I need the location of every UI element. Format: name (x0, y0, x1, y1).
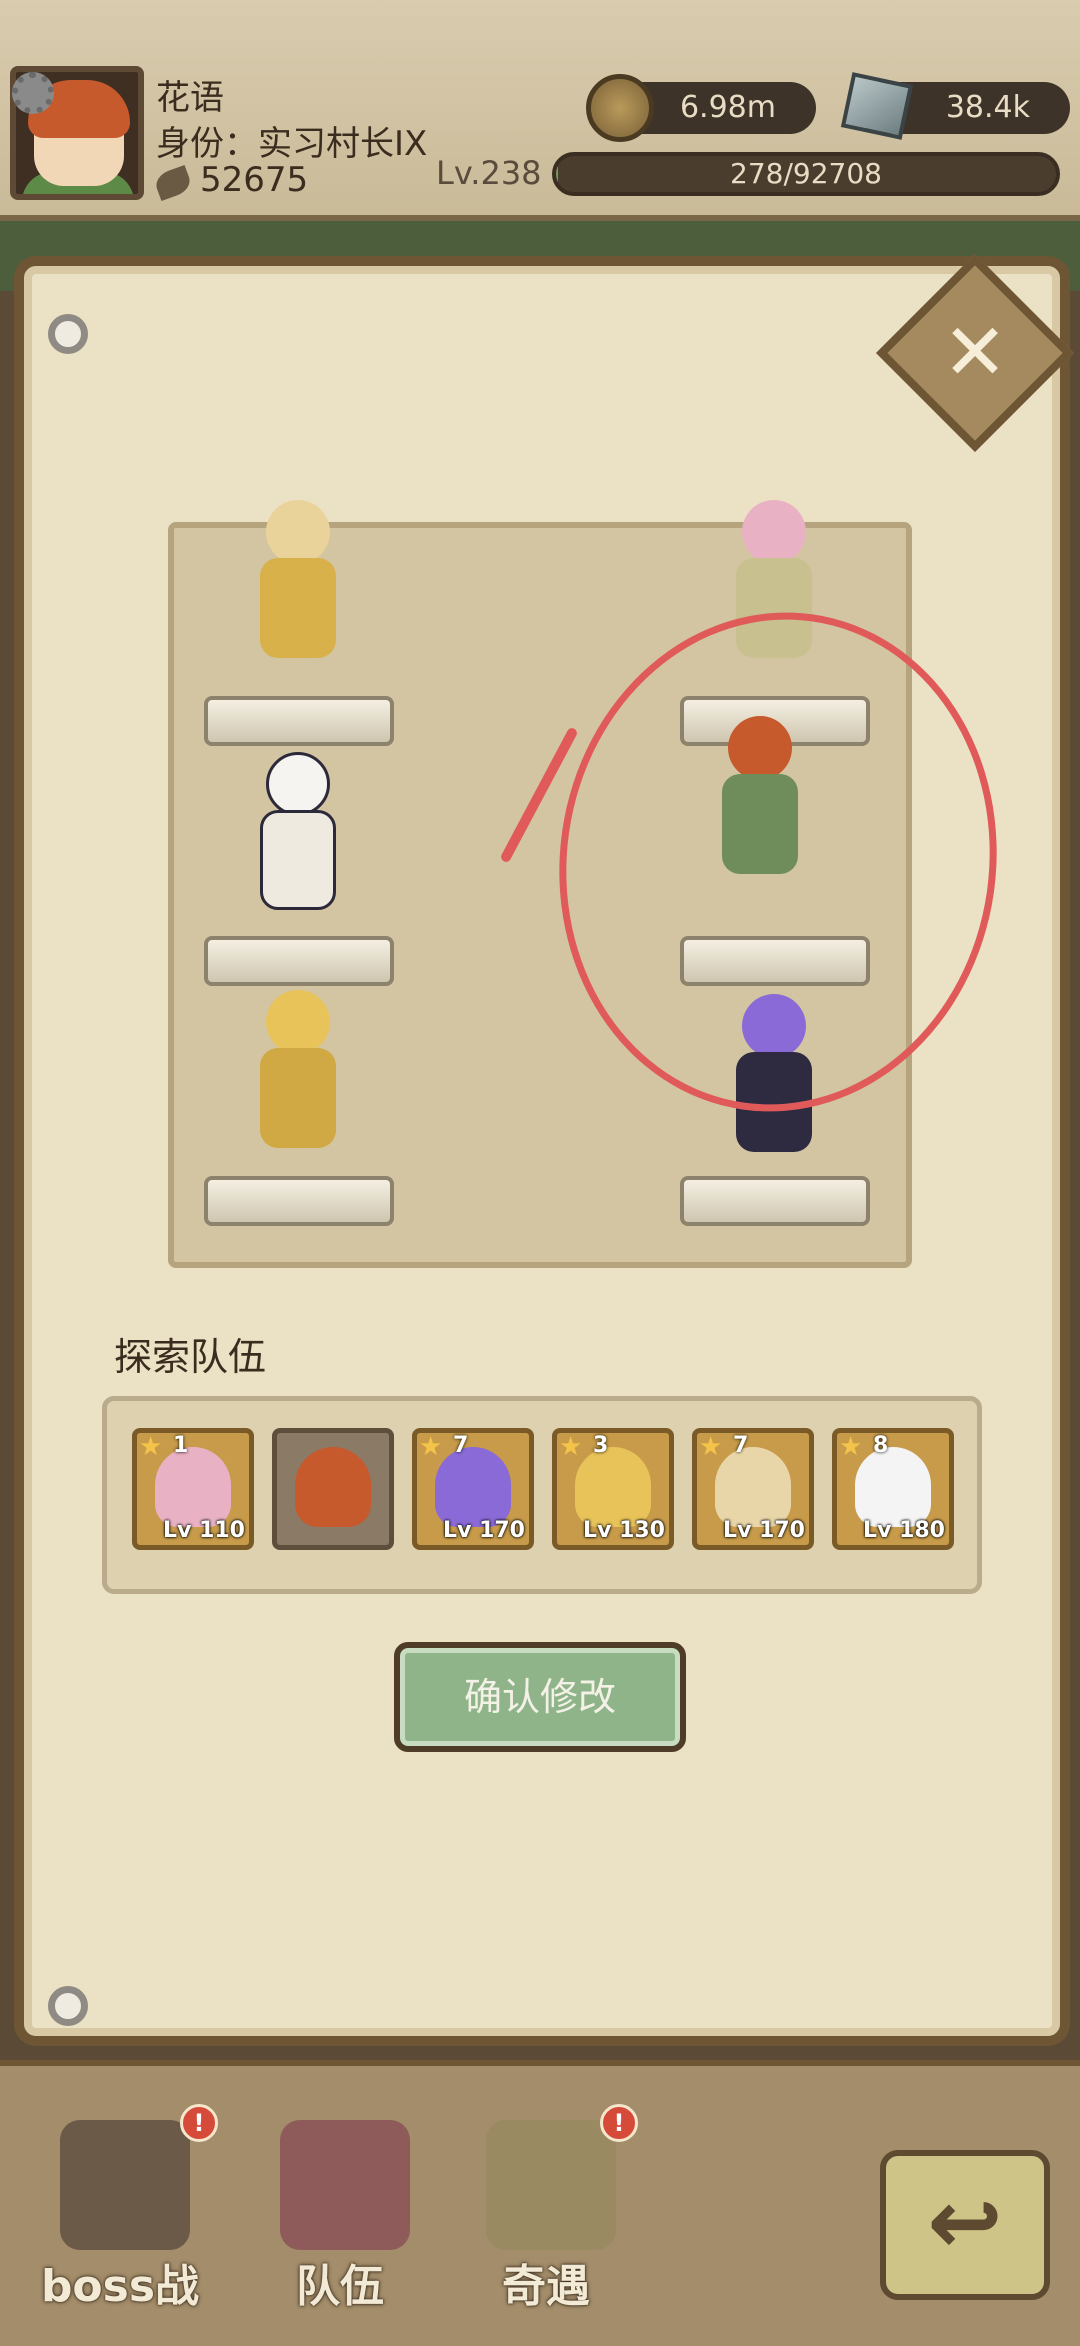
exp-bar: 278/92708 (552, 152, 1060, 196)
player-identity: 身份：实习村长IX (156, 124, 428, 164)
card-portrait (575, 1447, 651, 1527)
hero-blonde-bunny[interactable] (238, 500, 358, 670)
back-arrow-icon: ↩ (927, 2170, 1003, 2275)
card-level: Lv 180 (863, 1518, 945, 1543)
slot-left-2[interactable] (204, 936, 394, 986)
team-member-card[interactable]: ★ 7 Lv 170 (412, 1428, 534, 1550)
nav-team[interactable]: 队伍 (240, 2100, 440, 2320)
nav-team-label: 队伍 (296, 2261, 384, 2312)
star-icon: ★ (699, 1432, 723, 1462)
close-icon[interactable]: ✕ (905, 283, 1045, 423)
gear-icon[interactable] (12, 72, 54, 114)
slot-left-1[interactable] (204, 696, 394, 746)
ring-bottom (48, 1986, 88, 2026)
card-level: Lv 110 (163, 1518, 245, 1543)
card-portrait (715, 1447, 791, 1527)
leaf-count: 52675 (200, 160, 309, 200)
exp-text: 278/92708 (730, 157, 882, 190)
card-level: Lv 170 (443, 1518, 525, 1543)
top-status-bar: 花语 身份：实习村长IX 52675 6.98m 38.4k Lv.238 27… (0, 0, 1080, 221)
card-portrait (295, 1447, 371, 1527)
card-star-count: 7 (453, 1433, 469, 1458)
nav-encounter-label: 奇遇 (502, 2261, 590, 2312)
card-star-count: 8 (873, 1433, 889, 1458)
player-name: 花语 (156, 78, 224, 118)
player-level: Lv.238 (436, 154, 542, 192)
nav-boss-label: boss战 (40, 2261, 200, 2312)
star-icon: ★ (139, 1432, 163, 1462)
card-star-count: 7 (733, 1433, 749, 1458)
hero-white-ghost[interactable] (238, 752, 358, 922)
flag-icon (280, 2120, 410, 2250)
leaf-icon (152, 164, 194, 202)
coin-value: 6.98m (679, 90, 776, 125)
slot-right-3[interactable] (680, 1176, 870, 1226)
card-portrait (855, 1447, 931, 1527)
ring-top (48, 314, 88, 354)
card-star-count: 1 (173, 1433, 189, 1458)
team-title: 探索队伍 (114, 1335, 267, 1379)
star-icon: ★ (839, 1432, 863, 1462)
slot-left-3[interactable] (204, 1176, 394, 1226)
team-member-card[interactable]: ★ 3 Lv 130 (552, 1428, 674, 1550)
card-portrait (155, 1447, 231, 1527)
card-portrait (435, 1447, 511, 1527)
boss-badge: ! (180, 2104, 218, 2142)
coin-bag-icon (486, 2120, 616, 2250)
back-button[interactable]: ↩ (880, 2150, 1050, 2300)
confirm-button[interactable]: 确认修改 (394, 1642, 686, 1752)
team-member-card[interactable]: ★ 1 Lv 110 (132, 1428, 254, 1550)
team-member-card[interactable]: ★ 8 Lv 180 (832, 1428, 954, 1550)
hero-blonde-boy[interactable] (238, 990, 358, 1160)
team-member-card[interactable]: ★ 7 Lv 170 (692, 1428, 814, 1550)
encounter-badge: ! (600, 2104, 638, 2142)
team-member-card[interactable] (272, 1428, 394, 1550)
star-icon: ★ (419, 1432, 443, 1462)
stone-icon (840, 72, 914, 140)
card-level: Lv 170 (723, 1518, 805, 1543)
stone-value: 38.4k (945, 90, 1030, 125)
card-star-count: 3 (593, 1433, 609, 1458)
coin-icon (586, 74, 654, 142)
card-level: Lv 130 (583, 1518, 665, 1543)
star-icon: ★ (559, 1432, 583, 1462)
skull-icon (60, 2120, 190, 2250)
